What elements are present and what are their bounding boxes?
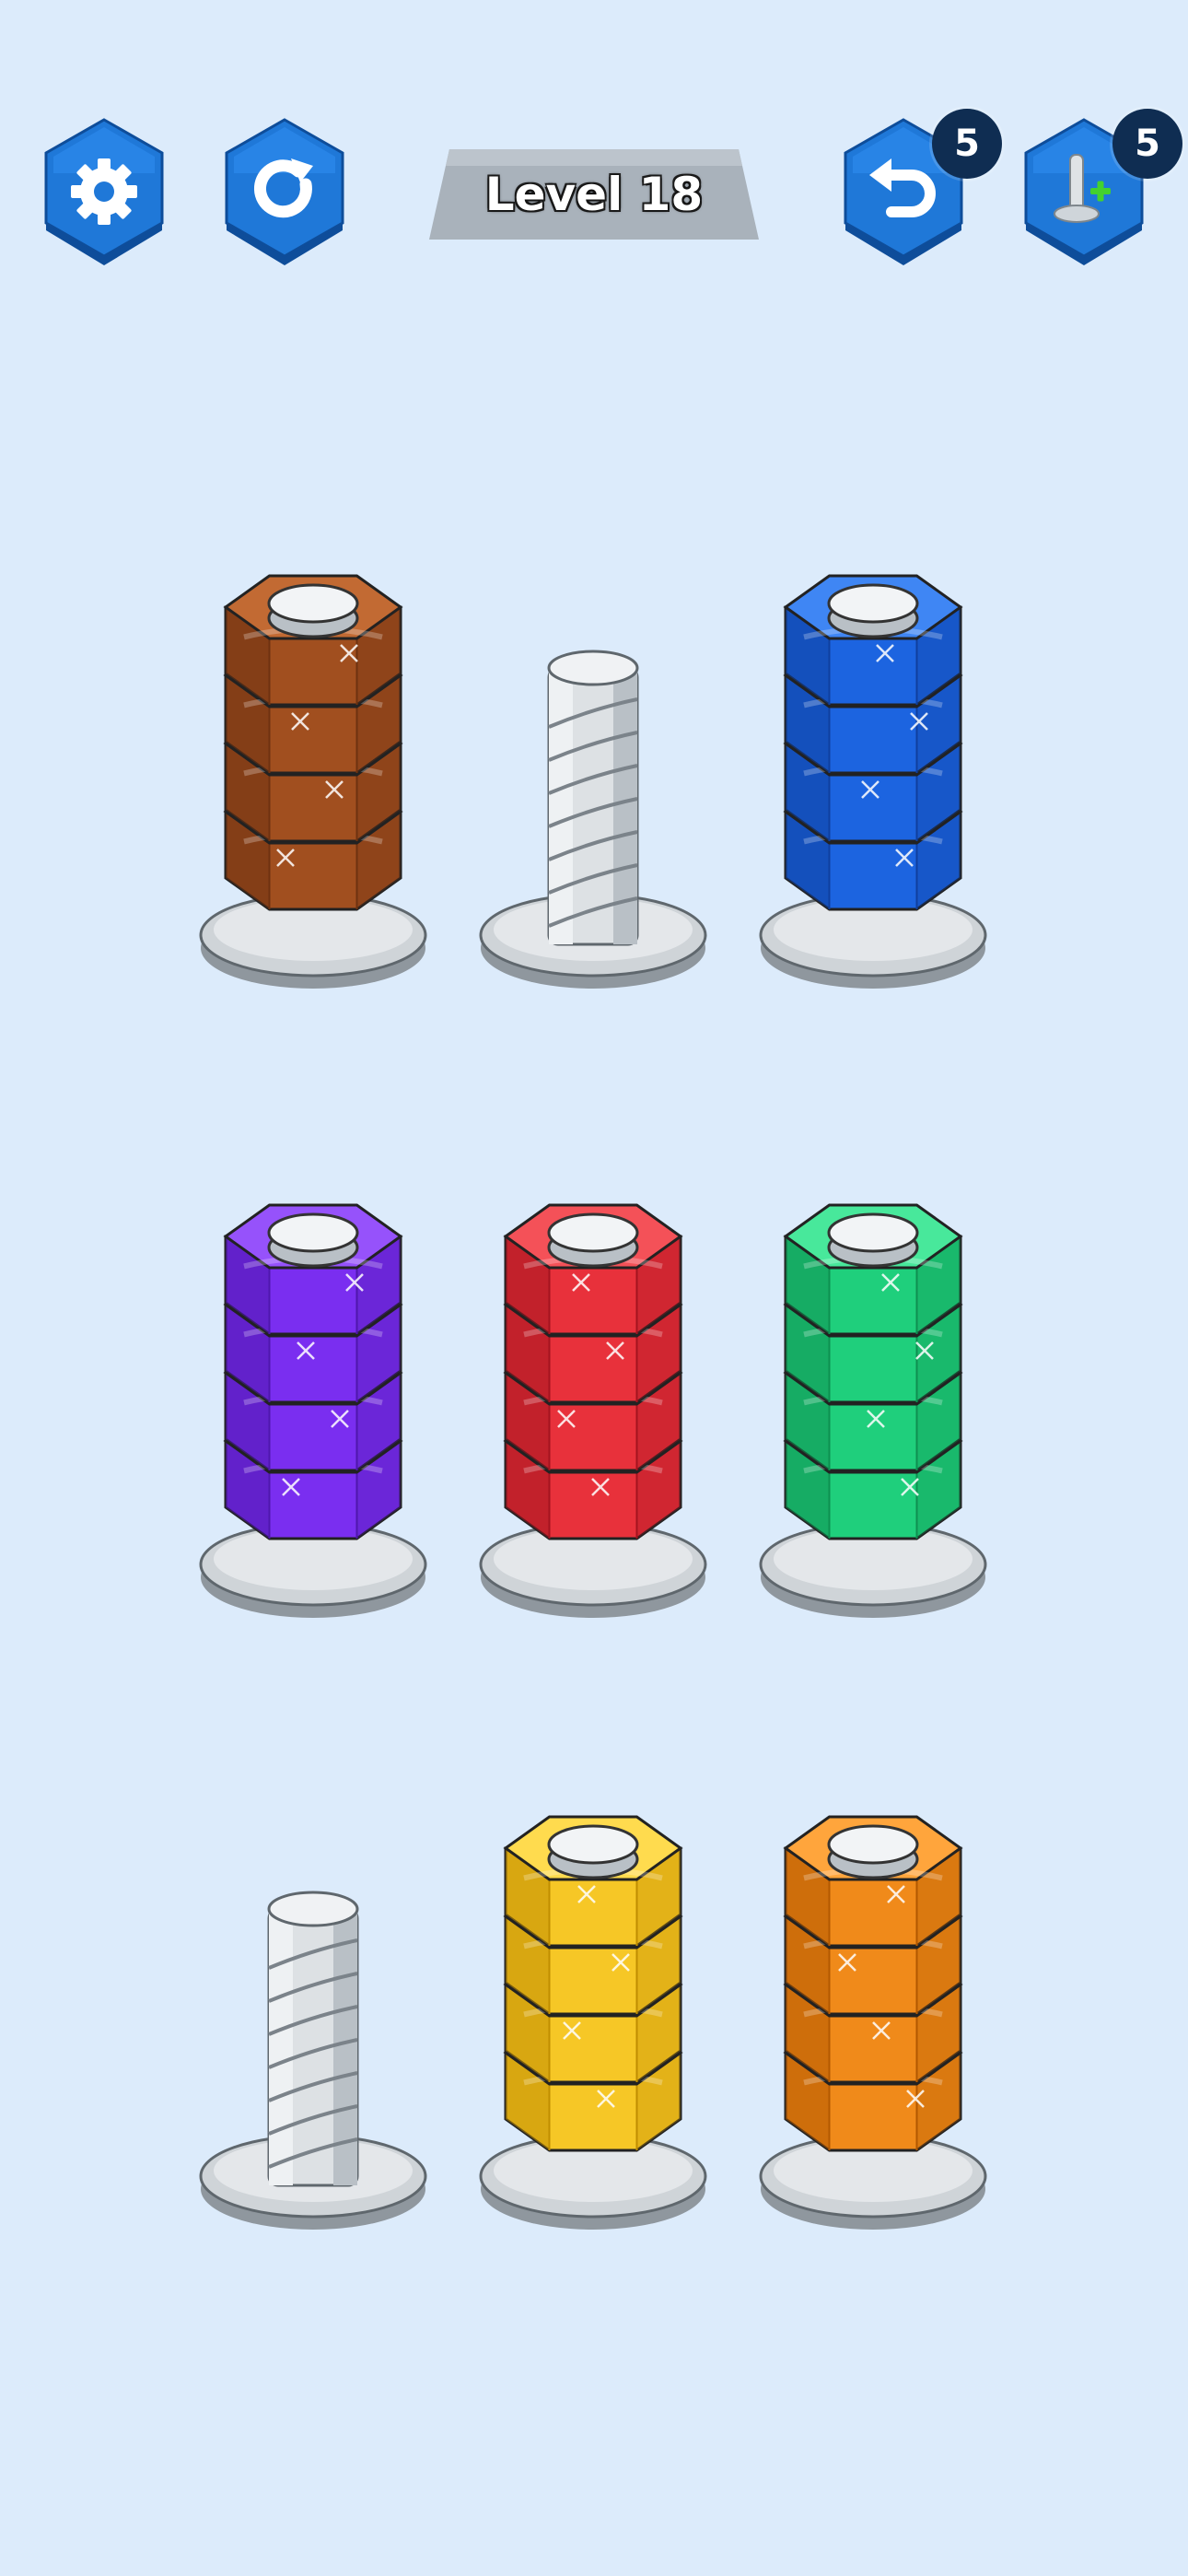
screw-r1c2[interactable] <box>479 650 707 989</box>
screw-r2c2[interactable] <box>479 1203 707 1618</box>
screw-r1c1[interactable] <box>199 574 427 989</box>
game-board <box>199 574 987 2230</box>
bolt-cap-top <box>827 583 919 624</box>
bolt-cap-top <box>547 1824 639 1865</box>
screw-r3c1[interactable] <box>199 1891 427 2230</box>
bolt-cap-top <box>827 1824 919 1865</box>
bolt-cap-top <box>827 1212 919 1253</box>
bolt-cap-top <box>267 583 359 624</box>
bolt-cap-top <box>547 1212 639 1253</box>
screw-r3c2[interactable] <box>479 1815 707 2230</box>
screw-r3c3[interactable] <box>759 1815 987 2230</box>
screw-r2c3[interactable] <box>759 1203 987 1618</box>
screw-r2c1[interactable] <box>199 1203 427 1618</box>
bolt-cap-top <box>267 1212 359 1253</box>
screw-r1c3[interactable] <box>759 574 987 989</box>
